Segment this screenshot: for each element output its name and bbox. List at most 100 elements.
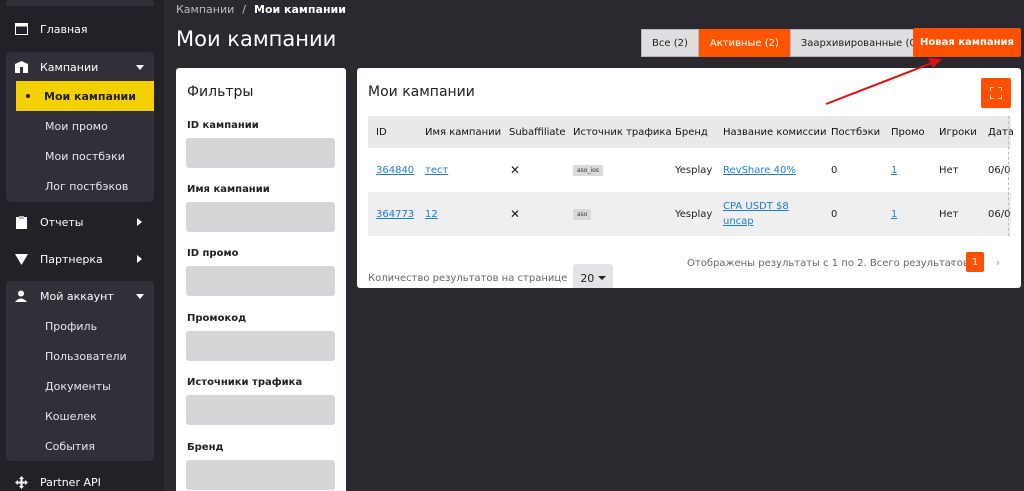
sidebar-item-my-campaigns[interactable]: Мои кампании [16, 81, 154, 111]
brand-field[interactable] [186, 460, 335, 490]
page-1-button[interactable]: 1 [966, 252, 984, 272]
sidebar-item-documents[interactable]: Документы [45, 371, 111, 401]
tab-all[interactable]: Все (2) [641, 29, 699, 57]
chevron-down-icon [136, 293, 144, 299]
chevron-down-icon [136, 64, 144, 70]
sidebar-item-my-promo[interactable]: Мои промо [45, 111, 108, 141]
breadcrumb-separator: / [242, 3, 246, 16]
col-header-name[interactable]: Имя кампании [425, 116, 501, 148]
close-icon: ✕ [510, 207, 521, 221]
commission-link-line2[interactable]: uncap [723, 214, 754, 229]
brand-cell: Yesplay [675, 164, 713, 176]
sidebar-item-wallet[interactable]: Кошелек [45, 401, 97, 431]
campaign-name-link[interactable]: 12 [425, 192, 438, 236]
chevron-down-icon [598, 276, 607, 280]
commission-link[interactable]: RevShare 40% [723, 148, 796, 192]
col-header-postbacks[interactable]: Постбэки [831, 116, 880, 148]
traffic-source-tag: aso [573, 208, 592, 220]
sidebar-item-reports[interactable]: Отчеты [14, 207, 154, 237]
promo-count-link[interactable]: 1 [891, 192, 897, 236]
sidebar-item-campaigns[interactable]: Кампании [14, 52, 154, 82]
sidebar-item-label: Главная [40, 22, 88, 36]
sidebar-item-label: Мои кампании [44, 89, 136, 103]
campaign-name-link[interactable]: тест [425, 148, 448, 192]
sidebar-item-users[interactable]: Пользователи [45, 341, 127, 371]
col-header-traffic-source[interactable]: Источник трафика [573, 116, 672, 148]
status-tabs: Все (2) Активные (2) Заархивированные (0… [641, 29, 931, 57]
sidebar-item-profile[interactable]: Профиль [45, 311, 97, 341]
col-header-date[interactable]: Дата [988, 116, 1014, 148]
panel-title: Мои кампании [368, 84, 475, 100]
sidebar-item-label: Мой аккаунт [40, 289, 114, 303]
promo-count-link[interactable]: 1 [891, 148, 897, 192]
home-icon [14, 22, 28, 36]
col-header-subaffiliate[interactable]: Subaffiliate [509, 116, 566, 148]
promo-id-field[interactable] [186, 266, 335, 296]
traffic-sources-field[interactable] [186, 395, 335, 425]
filter-label-traffic-sources: Источники трафика [187, 377, 303, 388]
table-header: ID Имя кампании Subaffiliate Источник тр… [368, 116, 1014, 148]
next-page-button[interactable]: › [988, 252, 1008, 272]
players-cell: Нет [939, 164, 959, 176]
prev-page-button[interactable]: ‹ [942, 252, 962, 272]
sidebar-item-events[interactable]: События [45, 431, 95, 461]
sidebar-top-block [6, 0, 154, 6]
sidebar-item-label: Отчеты [40, 215, 84, 229]
close-icon: ✕ [510, 163, 521, 177]
per-page-label: Количество результатов на странице [368, 272, 568, 284]
col-header-brand[interactable]: Бренд [675, 116, 708, 148]
table-row: 364773 12 ✕ aso Yesplay CPA USDT $8 unca… [368, 192, 1011, 236]
breadcrumb: Кампании / Мои кампании [176, 3, 346, 16]
traffic-source-cell: aso_ios [573, 148, 603, 192]
brand-cell: Yesplay [675, 208, 713, 220]
sidebar-item-account[interactable]: Мой аккаунт [14, 281, 154, 311]
chevron-right-icon [137, 255, 142, 263]
sidebar-item-label: Кампании [40, 60, 99, 74]
breadcrumb-current: Мои кампании [254, 3, 346, 16]
col-header-players[interactable]: Игроки [939, 116, 977, 148]
traffic-source-tag: aso_ios [573, 164, 603, 176]
breadcrumb-parent[interactable]: Кампании [176, 3, 234, 16]
page-title: Мои кампании [176, 27, 337, 51]
filter-label-campaign-id: ID кампании [187, 120, 259, 131]
folder-icon [14, 60, 28, 74]
chevron-right-icon [137, 218, 142, 226]
sidebar-item-partner-api[interactable]: Partner API [14, 467, 154, 491]
tab-active[interactable]: Активные (2) [698, 29, 790, 57]
user-icon [14, 289, 28, 303]
campaign-id-link[interactable]: 364773 [376, 192, 414, 236]
results-summary: Отображены результаты с 1 по 2. Всего ре… [687, 258, 982, 269]
col-header-commission[interactable]: Название комиссии [723, 116, 827, 148]
campaign-name-field[interactable] [186, 202, 335, 232]
pagination: ‹ 1 › [942, 252, 1008, 272]
campaign-id-field[interactable] [186, 138, 335, 168]
commission-cell: CPA USDT $8 uncap [723, 192, 789, 236]
move-arrows-icon [14, 475, 28, 489]
clipboard-icon [14, 215, 28, 229]
filter-label-brand: Бренд [187, 442, 224, 453]
sidebar-item-postback-log[interactable]: Лог постбэков [45, 171, 128, 201]
table-row: 364840 тест ✕ aso_ios Yesplay RevShare 4… [368, 148, 1011, 192]
filter-label-campaign-name: Имя кампании [187, 184, 270, 195]
new-campaign-button[interactable]: Новая кампания [913, 28, 1021, 57]
campaigns-panel: Мои кампании ID Имя кампании Subaffiliat… [357, 68, 1021, 288]
filter-label-promocode: Промокод [187, 313, 247, 324]
campaign-id-link[interactable]: 364840 [376, 148, 414, 192]
postbacks-cell: 0 [831, 208, 838, 220]
sidebar-item-my-postbacks[interactable]: Мои постбэки [45, 141, 125, 171]
sidebar-item-label: Partner API [40, 475, 101, 489]
tab-archived[interactable]: Заархивированные (0) [789, 29, 931, 57]
players-cell: Нет [939, 208, 959, 220]
filter-label-promo-id: ID промо [187, 248, 239, 259]
col-header-id[interactable]: ID [376, 116, 387, 148]
per-page-control: Количество результатов на странице 20 [368, 264, 614, 288]
commission-link[interactable]: CPA USDT $8 [723, 199, 789, 214]
sidebar-item-partner[interactable]: Партнерка [14, 244, 154, 274]
per-page-select[interactable]: 20 [573, 264, 614, 288]
promocode-field[interactable] [186, 331, 335, 361]
col-header-promo[interactable]: Промо [891, 116, 925, 148]
sidebar-item-home[interactable]: Главная [14, 14, 154, 44]
fullscreen-button[interactable] [981, 78, 1011, 108]
bullet-icon [26, 94, 30, 98]
table-scrollbar[interactable] [1008, 116, 1010, 236]
